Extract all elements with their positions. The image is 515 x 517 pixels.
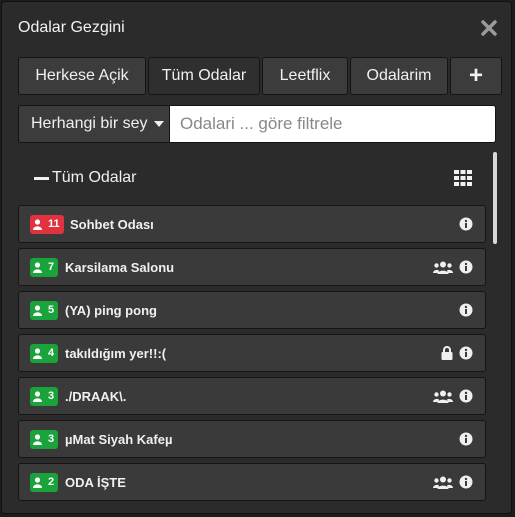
section-header-all-rooms[interactable]: Tüm Odalar [18,162,484,194]
lock-icon [441,346,453,360]
room-name: (YA) ping pong [65,303,157,318]
users-icon [433,390,453,403]
room-icons [453,217,473,231]
info-icon[interactable] [459,432,473,446]
info-icon[interactable] [459,475,473,489]
user-count: 3 [48,390,55,402]
user-icon [33,305,45,316]
user-count: 4 [48,347,55,359]
filter-type-label: Herhangi bir sey [31,115,148,132]
user-icon [33,262,45,273]
user-icon [33,477,45,488]
user-count-badge: 7 [30,258,59,277]
user-icon [33,391,45,402]
tab-herkese-acik[interactable]: Herkese Açik [18,57,146,95]
room-row[interactable]: 5 (YA) ping pong [18,291,486,329]
room-row[interactable]: 3 ./DRAAK\. [18,377,486,415]
user-count: 7 [48,261,55,273]
user-count-badge: 2 [30,473,59,492]
tab-tum-odalar[interactable]: Tüm Odalar [148,57,260,95]
caret-down-icon [153,120,164,127]
room-name: ./DRAAK\. [65,389,127,404]
room-list: 11 Sohbet Odası 7 Karsilama Salonu 5 (YA) pin… [18,205,486,506]
rooms-browser-window: Odalar Gezgini Herkese Açik Tüm Odalar L… [1,1,512,514]
room-row[interactable]: 7 Karsilama Salonu [18,248,486,286]
room-name: Sohbet Odası [70,217,154,232]
user-icon [33,219,45,230]
user-count: 11 [48,218,60,230]
info-icon[interactable] [459,303,473,317]
user-count-badge: 5 [30,301,59,320]
scrollbar-thumb[interactable] [493,152,497,244]
user-count: 2 [48,476,55,488]
room-row[interactable]: 2 ODA İŞTE [18,463,486,501]
user-count: 5 [48,304,55,316]
users-icon [433,476,453,489]
tab-odalarim[interactable]: Odalarim [350,57,448,95]
room-name: µMat Siyah Kafeµ [65,432,173,447]
user-icon [33,434,45,445]
room-icons [427,475,473,489]
info-icon[interactable] [459,217,473,231]
info-icon[interactable] [459,346,473,360]
user-count-badge: 4 [30,344,59,363]
room-name: ODA İŞTE [65,475,126,490]
room-icons [453,432,473,446]
room-icons [453,303,473,317]
room-row[interactable]: 3 µMat Siyah Kafeµ [18,420,486,458]
room-name: Karsilama Salonu [65,260,175,275]
tab-leetflix[interactable]: Leetflix [262,57,348,95]
window-title: Odalar Gezgini [18,19,125,36]
user-count-badge: 3 [30,387,59,406]
users-icon [433,261,453,274]
section-title: Tüm Odalar [52,169,137,186]
room-icons [435,346,473,360]
tab-bar: Herkese Açik Tüm Odalar Leetflix Odalari… [18,57,504,95]
user-count: 3 [48,433,55,445]
info-icon[interactable] [459,260,473,274]
filter-bar: Herhangi bir sey [18,105,496,143]
user-count-badge: 11 [30,215,64,234]
user-icon [33,348,45,359]
grid-view-icon[interactable] [454,170,472,186]
user-count-badge: 3 [30,430,59,449]
room-row[interactable]: 4 takıldığım yer!!:( [18,334,486,372]
info-icon[interactable] [459,389,473,403]
room-name: takıldığım yer!!:( [65,346,167,361]
filter-type-dropdown[interactable]: Herhangi bir sey [18,105,170,143]
room-row[interactable]: 11 Sohbet Odası [18,205,486,243]
add-room-button[interactable]: + [450,57,502,95]
collapse-minus-icon[interactable] [34,177,49,180]
room-icons [427,260,473,274]
room-icons [427,389,473,403]
room-filter-input[interactable] [170,105,496,143]
close-icon[interactable] [479,18,499,38]
